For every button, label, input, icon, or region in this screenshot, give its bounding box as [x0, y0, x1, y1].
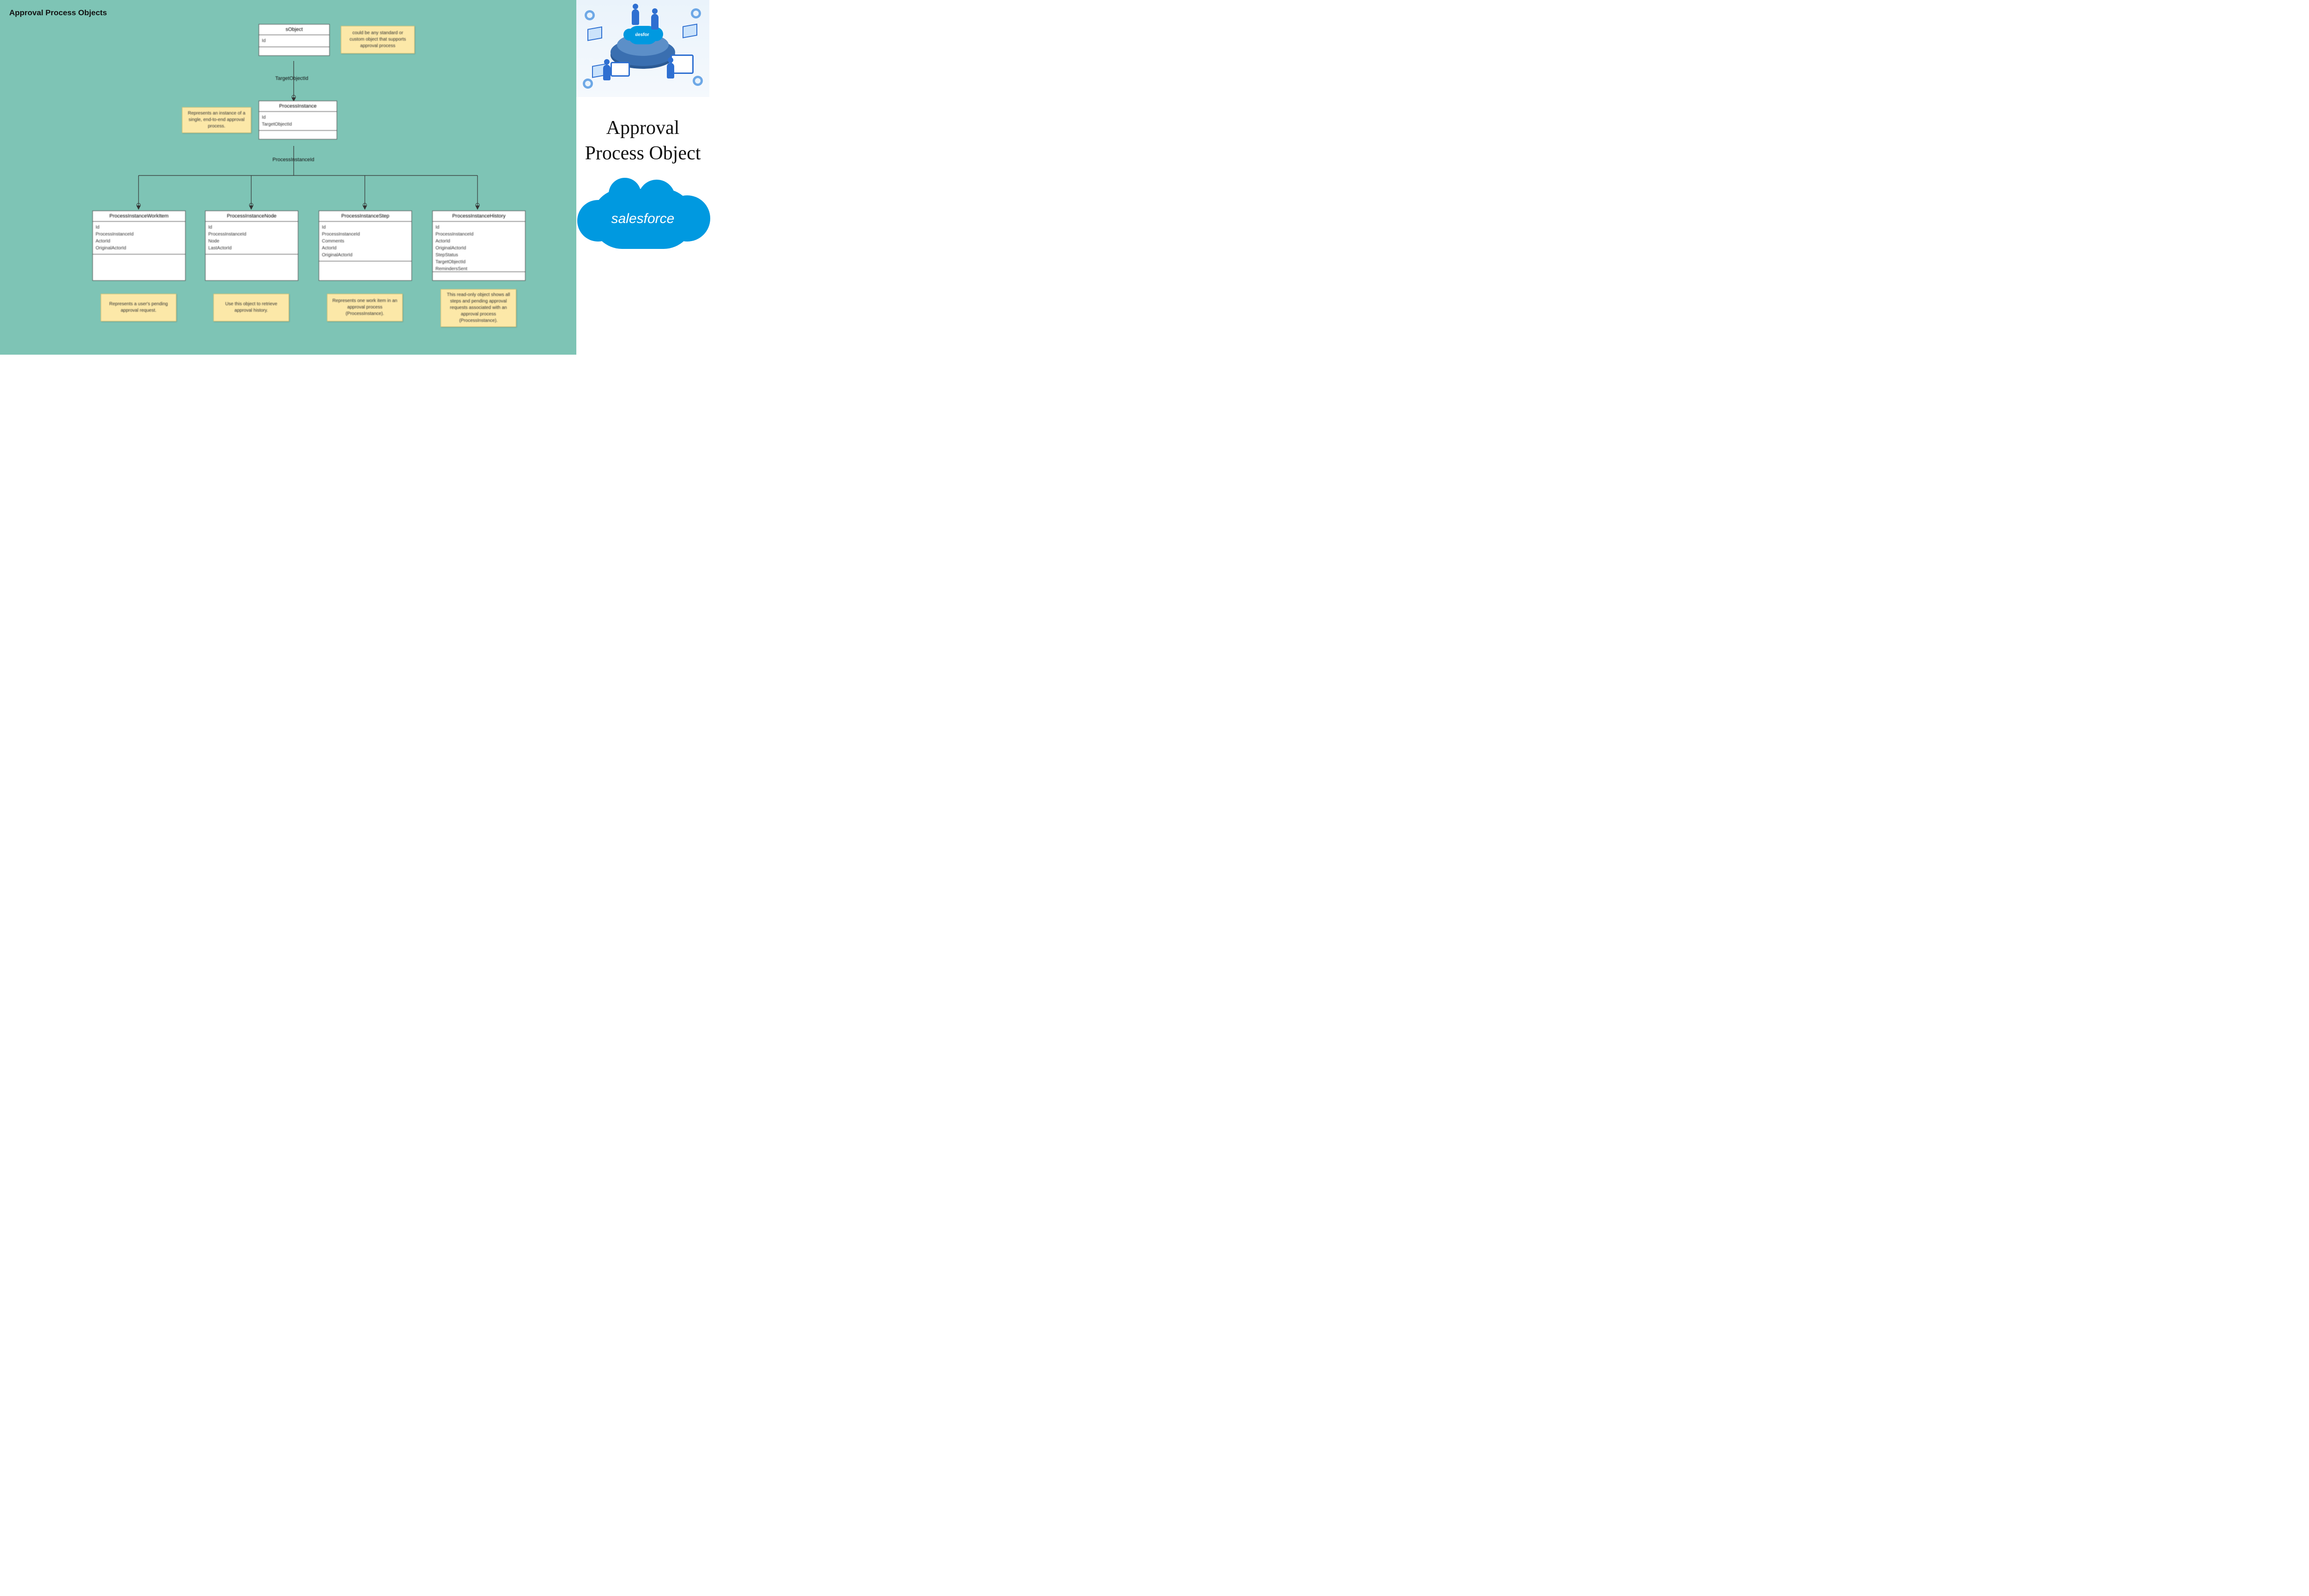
- uml-fields: Id ProcessInstanceId Comments ActorId Or…: [319, 222, 411, 261]
- illustration: salesforce: [576, 0, 709, 97]
- edge-label-processinstanceid: ProcessInstanceId: [272, 157, 314, 163]
- uml-fields: Id ProcessInstanceId Node LastActorId: [206, 222, 298, 254]
- brand-text: salesforce: [611, 211, 675, 227]
- uml-title: ProcessInstanceStep: [319, 211, 411, 222]
- uml-title: ProcessInstanceNode: [206, 211, 298, 222]
- uml-title: ProcessInstance: [259, 101, 337, 112]
- uml-fields: Id ProcessInstanceId ActorId OriginalAct…: [93, 222, 185, 254]
- uml-title: sObject: [259, 24, 329, 35]
- uml-fields: Id TargetObjectId: [259, 112, 337, 131]
- edge-label-targetobjectid: TargetObjectId: [275, 76, 308, 81]
- uml-title: ProcessInstanceHistory: [433, 211, 525, 222]
- diagram-canvas: Approval Process Objects TargetObjectId …: [0, 0, 576, 355]
- note-history: This read-only object shows all steps an…: [441, 289, 516, 327]
- uml-methods: [319, 261, 411, 280]
- note-step: Represents one work item in an approval …: [327, 294, 403, 321]
- note-processinstance: Represents an instance of a single, end-…: [182, 107, 251, 133]
- salesforce-cloud-large-icon: salesforce: [592, 189, 694, 249]
- diagram-title: Approval Process Objects: [9, 8, 107, 18]
- uml-history: ProcessInstanceHistory Id ProcessInstanc…: [432, 211, 526, 281]
- uml-methods: [259, 47, 329, 55]
- uml-processinstance: ProcessInstance Id TargetObjectId: [259, 101, 337, 139]
- note-sobject: could be any standard or custom object t…: [341, 26, 415, 54]
- note-node: Use this object to retrieve approval his…: [213, 294, 289, 321]
- uml-sobject: sObject Id: [259, 24, 330, 56]
- sidebar: salesforce Approval Process Object sales…: [576, 0, 709, 355]
- uml-workitem: ProcessInstanceWorkItem Id ProcessInstan…: [92, 211, 186, 281]
- uml-fields: Id: [259, 35, 329, 47]
- uml-title: ProcessInstanceWorkItem: [93, 211, 185, 222]
- note-workitem: Represents a user's pending approval req…: [101, 294, 176, 321]
- uml-methods: [433, 272, 525, 280]
- uml-methods: [93, 254, 185, 280]
- uml-methods: [206, 254, 298, 280]
- uml-fields: Id ProcessInstanceId ActorId OriginalAct…: [433, 222, 525, 272]
- uml-step: ProcessInstanceStep Id ProcessInstanceId…: [319, 211, 412, 281]
- uml-methods: [259, 131, 337, 139]
- sidebar-title: Approval Process Object: [576, 115, 709, 166]
- uml-node: ProcessInstanceNode Id ProcessInstanceId…: [205, 211, 298, 281]
